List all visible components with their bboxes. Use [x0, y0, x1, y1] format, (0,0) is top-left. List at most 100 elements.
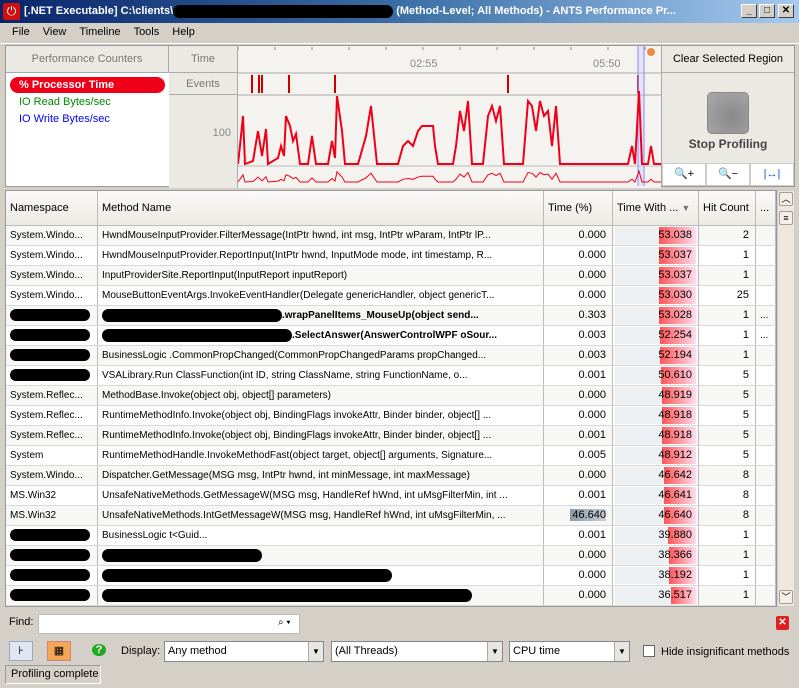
time-with-children-cell: 48.918: [613, 426, 699, 445]
time-with-children-cell: 46.640: [613, 506, 699, 525]
namespace-cell: MS.Win32: [6, 506, 98, 525]
table-row[interactable]: 0.000 38.366 1: [6, 546, 776, 566]
namespace-cell: [6, 586, 98, 605]
more-cell: ...: [756, 306, 776, 325]
counter-processor-time[interactable]: % Processor Time: [10, 77, 165, 93]
zoom-in-icon[interactable]: 🔍+: [662, 163, 706, 186]
find-input[interactable]: [38, 614, 300, 634]
hide-insignificant-checkbox[interactable]: [643, 645, 655, 657]
table-row[interactable]: 0.000 38.192 1: [6, 566, 776, 586]
namespace-cell: System.Windo...: [6, 286, 98, 305]
counter-io-read[interactable]: IO Read Bytes/sec: [10, 94, 165, 110]
table-row[interactable]: .wrapPanelItems_MouseUp(object send... 0.…: [6, 306, 776, 326]
more-cell: ...: [756, 326, 776, 345]
table-row[interactable]: VSALibrary.Run ClassFunction(int ID, str…: [6, 366, 776, 386]
threads-select[interactable]: (All Threads) ▼: [331, 641, 503, 662]
maximize-button[interactable]: □: [759, 4, 775, 18]
zoom-fit-icon[interactable]: |↔|: [750, 163, 794, 186]
zoom-out-icon[interactable]: 🔍−: [706, 163, 750, 186]
time-pct-cell: 0.001: [544, 526, 613, 545]
close-find-icon[interactable]: ✕: [776, 616, 789, 630]
table-row[interactable]: BusinessLogic .CommonPropChanged(CommonP…: [6, 346, 776, 366]
method-name-cell: RuntimeMethodInfo.Invoke(object obj, Bin…: [98, 406, 544, 425]
method-name-text: HwndMouseInputProvider.FilterMessage(Int…: [102, 230, 491, 241]
minimize-button[interactable]: _: [741, 4, 757, 18]
time-pct-cell: 46.640: [544, 506, 613, 525]
namespace-text: System.Windo...: [10, 270, 83, 281]
call-tree-view-icon[interactable]: ⊦: [9, 641, 33, 661]
vertical-scrollbar[interactable]: ︿ ≡ ﹀: [777, 190, 795, 607]
table-row[interactable]: System.Windo... HwndMouseInputProvider.Fi…: [6, 226, 776, 246]
table-row[interactable]: .SelectAnswer(AnswerControlWPF oSour... 0…: [6, 326, 776, 346]
hit-count-cell: 1: [699, 306, 756, 325]
chevron-down-icon[interactable]: ▼: [487, 642, 502, 661]
help-icon[interactable]: ?: [82, 641, 116, 661]
namespace-text: System: [10, 450, 44, 461]
table-row[interactable]: 0.000 36.517 1: [6, 586, 776, 606]
redaction: [10, 549, 90, 562]
time-pct-cell: 0.000: [544, 586, 613, 605]
time-pct-cell: 0.000: [544, 406, 613, 425]
menu-tools[interactable]: Tools: [128, 23, 167, 38]
namespace-cell: System.Windo...: [6, 246, 98, 265]
time-label: Time: [169, 46, 238, 73]
time-with-children-cell: 52.254: [613, 326, 699, 345]
time-pct-value: 0.000: [578, 569, 606, 581]
table-row[interactable]: System.Reflec... MethodBase.Invoke(object…: [6, 386, 776, 406]
find-search-icon[interactable]: ⌕ ▾: [278, 617, 291, 628]
table-row[interactable]: MS.Win32 UnsafeNativeMethods.GetMessageW(…: [6, 486, 776, 506]
stop-profiling-button[interactable]: Stop Profiling: [662, 137, 794, 151]
table-row[interactable]: MS.Win32 UnsafeNativeMethods.IntGetMessag…: [6, 506, 776, 526]
stop-profiling-icon[interactable]: [707, 92, 749, 134]
cpu-graph[interactable]: 02:55 05:50: [237, 46, 661, 186]
timeline-panel: Performance Counters % Processor Time IO…: [5, 45, 795, 188]
close-button[interactable]: ✕: [778, 4, 794, 18]
table-row[interactable]: System.Reflec... RuntimeMethodInfo.Invoke…: [6, 426, 776, 446]
scroll-up-icon[interactable]: ︿: [779, 192, 793, 206]
counter-io-write[interactable]: IO Write Bytes/sec: [10, 111, 165, 127]
time-with-children-value: 52.254: [658, 329, 692, 341]
column-header-time-with-children[interactable]: Time With ... ▼: [613, 191, 699, 226]
time-pct-value: 0.000: [578, 549, 606, 561]
more-cell: [756, 346, 776, 365]
time-pct-cell: 0.003: [544, 326, 613, 345]
column-header-namespace[interactable]: Namespace: [6, 191, 98, 226]
timeline-controls: Clear Selected Region Stop Profiling 🔍+ …: [661, 46, 794, 186]
menu-view[interactable]: View: [37, 23, 74, 38]
namespace-cell: [6, 346, 98, 365]
time-with-children-cell: 53.038: [613, 226, 699, 245]
method-name-text: MouseButtonEventArgs.InvokeEventHandler(…: [102, 290, 495, 301]
scroll-down-icon[interactable]: ﹀: [779, 590, 793, 604]
metric-select[interactable]: CPU time ▼: [509, 641, 630, 662]
column-header-method-name[interactable]: Method Name: [98, 191, 544, 226]
table-row[interactable]: System.Windo... HwndMouseInputProvider.Re…: [6, 246, 776, 266]
chevron-down-icon[interactable]: ▼: [308, 642, 323, 661]
column-header-hit-count[interactable]: Hit Count: [699, 191, 756, 226]
flag-icon[interactable]: [647, 48, 655, 56]
display-select[interactable]: Any method ▼: [164, 641, 324, 662]
clear-selected-region-button[interactable]: Clear Selected Region: [662, 46, 794, 73]
method-name-cell: [98, 546, 544, 565]
timeline-graph[interactable]: 02:55 05:50: [237, 46, 661, 188]
menu-help[interactable]: Help: [166, 23, 202, 38]
hit-count-cell: 2: [699, 226, 756, 245]
table-body: System.Windo... HwndMouseInputProvider.Fi…: [6, 226, 776, 606]
time-pct-value: 0.001: [578, 529, 606, 541]
table-row[interactable]: System.Windo... InputProviderSite.ReportI…: [6, 266, 776, 286]
method-name-cell: .wrapPanelItems_MouseUp(object send...: [98, 306, 544, 325]
hide-insignificant-label[interactable]: Hide insignificant methods: [661, 646, 789, 658]
redaction: [10, 309, 90, 322]
table-row[interactable]: System.Reflec... RuntimeMethodInfo.Invoke…: [6, 406, 776, 426]
table-row[interactable]: System RuntimeMethodHandle.InvokeMethodFa…: [6, 446, 776, 466]
menu-timeline[interactable]: Timeline: [73, 23, 127, 38]
column-header-time-pct[interactable]: Time (%): [544, 191, 613, 226]
scroll-thumb[interactable]: ≡: [779, 211, 793, 225]
methods-grid-view-icon[interactable]: ▦: [47, 641, 71, 661]
time-with-children-cell: 36.517: [613, 586, 699, 605]
menu-file[interactable]: File: [0, 23, 37, 38]
chevron-down-icon[interactable]: ▼: [614, 642, 629, 661]
table-row[interactable]: BusinessLogic t<Guid... 0.001 39.880 1: [6, 526, 776, 546]
table-row[interactable]: System.Windo... Dispatcher.GetMessage(MSG…: [6, 466, 776, 486]
column-header-more[interactable]: ...: [756, 191, 776, 226]
table-row[interactable]: System.Windo... MouseButtonEventArgs.Invo…: [6, 286, 776, 306]
